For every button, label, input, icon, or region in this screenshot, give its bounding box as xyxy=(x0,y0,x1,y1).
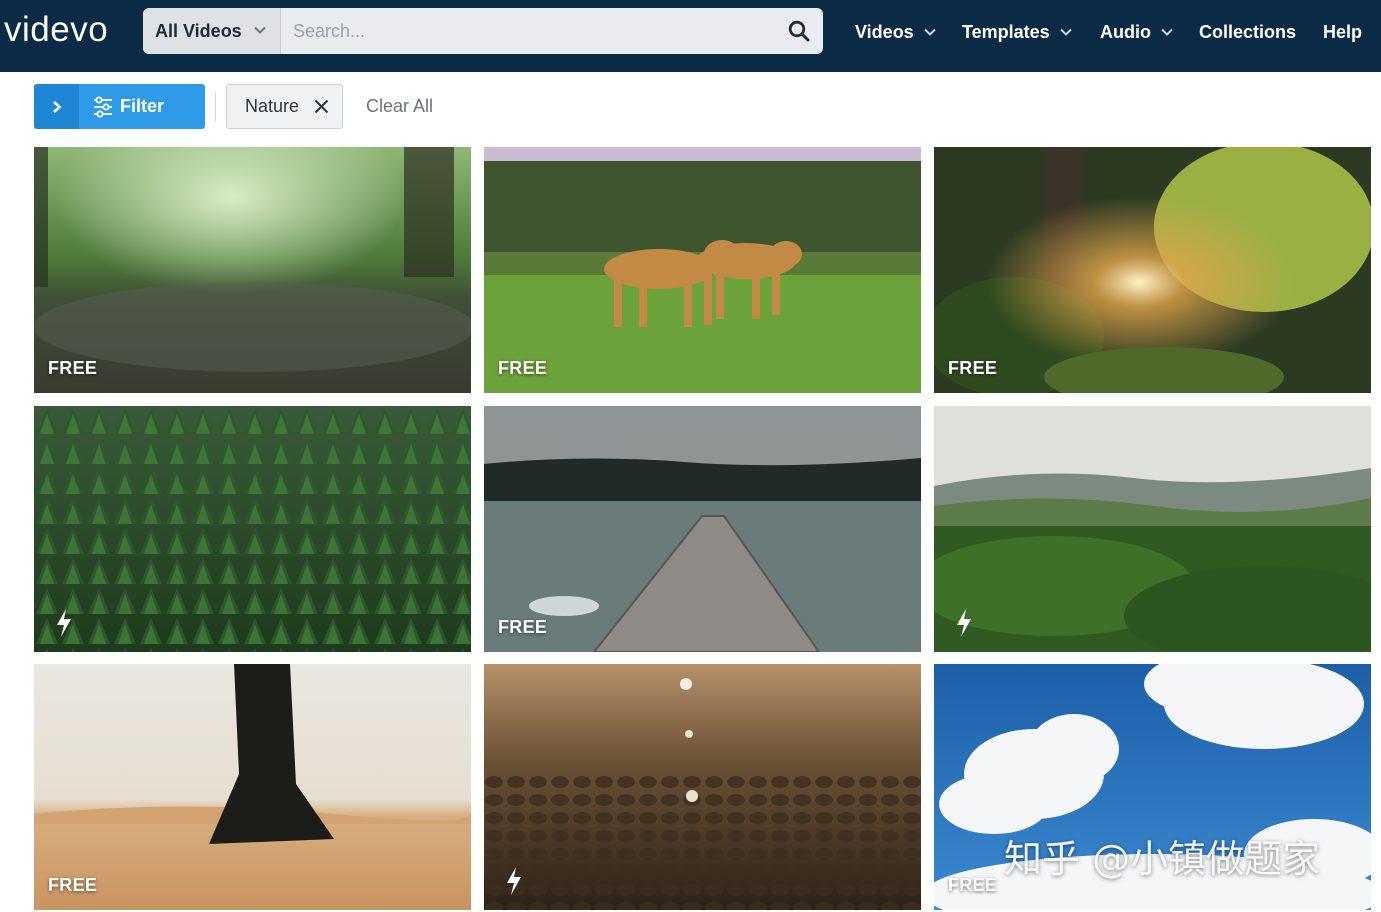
free-badge: FREE xyxy=(498,358,548,378)
chevron-down-icon xyxy=(1059,28,1072,36)
nav-videos-label: Videos xyxy=(855,21,914,42)
sunlight-leaves-image xyxy=(934,147,1371,393)
filter-divider xyxy=(215,92,216,122)
nav-help-label: Help xyxy=(1323,21,1363,42)
top-navigation-bar: videvo All Videos Videos Templates Audio… xyxy=(0,0,1381,72)
video-thumbnail-sunlight-leaves[interactable]: FREE xyxy=(934,147,1371,393)
video-thumbnail-water-drops-soil[interactable] xyxy=(484,664,921,910)
category-select[interactable]: All Videos xyxy=(143,8,281,54)
premium-bolt-icon xyxy=(507,867,521,895)
free-badge: FREE xyxy=(498,617,548,637)
video-thumbnail-lake-pier[interactable]: FREE xyxy=(484,406,921,652)
premium-bolt-icon xyxy=(57,609,71,637)
lake-pier-image xyxy=(484,406,921,652)
water-drops-soil-image xyxy=(484,664,921,910)
premium-bolt-icon xyxy=(957,609,971,637)
nav-help[interactable]: Help xyxy=(1323,18,1362,46)
free-badge: FREE xyxy=(48,875,98,895)
nav-templates[interactable]: Templates xyxy=(962,18,1073,46)
filter-label: Filter xyxy=(120,96,165,116)
nav-templates-label: Templates xyxy=(962,21,1050,42)
video-thumbnail-desert-walk[interactable]: FREE xyxy=(34,664,471,910)
close-icon[interactable] xyxy=(313,98,330,115)
search-input[interactable] xyxy=(282,8,772,54)
free-badge: FREE xyxy=(48,358,98,378)
expand-filters-toggle[interactable] xyxy=(34,84,79,129)
nav-audio-label: Audio xyxy=(1100,21,1151,42)
chevron-down-icon xyxy=(923,28,936,36)
sliders-icon xyxy=(94,96,112,118)
active-filter-chip[interactable]: Nature xyxy=(226,84,343,129)
nav-videos[interactable]: Videos xyxy=(855,18,937,46)
video-thumbnail-pine-forest[interactable] xyxy=(34,406,471,652)
watermark-text: 知乎 @小镇做题家 xyxy=(1004,837,1321,881)
search-bar: All Videos xyxy=(143,8,823,54)
pine-forest-image xyxy=(34,406,471,652)
nav-collections-label: Collections xyxy=(1199,21,1297,42)
filter-button[interactable]: Filter 1 xyxy=(34,84,205,129)
green-hills-image xyxy=(934,406,1371,652)
video-thumbnail-green-hills[interactable] xyxy=(934,406,1371,652)
search-button[interactable] xyxy=(775,8,823,54)
rain-forest-image xyxy=(34,147,471,393)
search-icon xyxy=(788,20,810,42)
video-thumbnail-rain-forest-ground[interactable]: FREE xyxy=(34,147,471,393)
chevron-right-icon xyxy=(52,100,61,113)
free-badge: FREE xyxy=(948,875,998,895)
nav-collections[interactable]: Collections xyxy=(1199,18,1296,46)
videvo-logo[interactable]: videvo xyxy=(4,8,108,52)
video-thumbnail-lionesses[interactable]: FREE xyxy=(484,147,921,393)
chevron-down-icon xyxy=(1161,28,1173,36)
clear-all-link[interactable]: Clear All xyxy=(366,94,433,118)
active-filter-label: Nature xyxy=(245,96,300,116)
free-badge: FREE xyxy=(948,358,998,378)
category-select-value: All Videos xyxy=(155,20,242,41)
desert-walk-image xyxy=(34,664,471,910)
chevron-down-icon xyxy=(254,26,266,34)
lionesses-image xyxy=(484,147,921,393)
nav-audio[interactable]: Audio xyxy=(1100,18,1174,46)
